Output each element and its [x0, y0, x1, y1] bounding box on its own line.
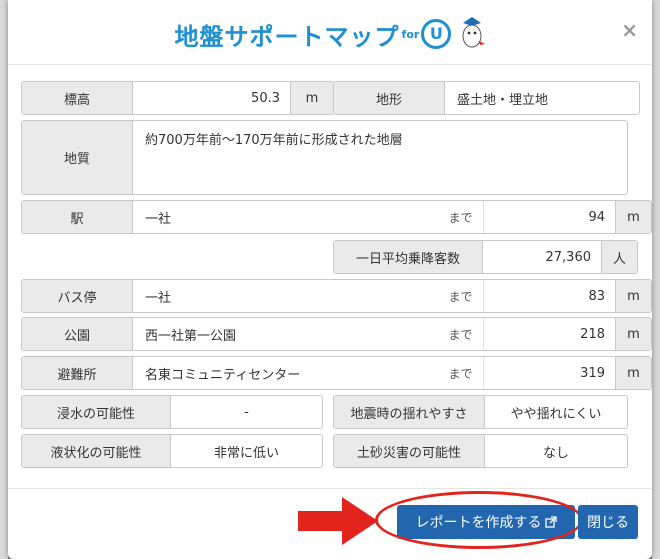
shelter-distance: 319 [483, 357, 615, 389]
geology-field: 地質 約700万年前～170万年前に形成された地層 [21, 120, 628, 195]
flood-row: 浸水の可能性 - [21, 395, 323, 429]
quake-field: 地震時の揺れやすさ やや揺れにくい [333, 395, 628, 429]
shelter-label: 避難所 [22, 357, 133, 389]
park-distance: 218 [483, 318, 615, 350]
landform-row: 地形 盛土地・埋立地 [333, 81, 640, 115]
station-unit: m [615, 201, 651, 233]
quake-label: 地震時の揺れやすさ [334, 396, 485, 428]
liquefaction-value: 非常に低い [171, 435, 322, 467]
flood-value: - [171, 396, 322, 428]
park-row: 公園 西一社第一公園 まで 218 m [21, 317, 652, 351]
brand-for: for [401, 27, 420, 41]
park-unit: m [615, 318, 651, 350]
bus-made: まで [438, 280, 483, 312]
geology-label: 地質 [22, 121, 133, 194]
passengers-unit: 人 [601, 241, 637, 273]
flood-label: 浸水の可能性 [22, 396, 171, 428]
bus-distance: 83 [483, 280, 615, 312]
passengers-row: 一日平均乗降客数 27,360 人 [333, 240, 638, 274]
brand-u-mark: U [421, 19, 452, 49]
brand-logo: 地盤サポートマップ for U [8, 14, 652, 54]
red-arrow-icon [298, 497, 378, 545]
shelter-row: 避難所 名東コミュニティセンター まで 319 m [21, 356, 652, 390]
landslide-field: 土砂災害の可能性 なし [333, 434, 628, 468]
station-name: 一社 [133, 201, 438, 233]
shelter-field: 避難所 名東コミュニティセンター まで 319 m [21, 356, 652, 390]
geology-value: 約700万年前～170万年前に形成された地層 [133, 121, 627, 194]
close-button[interactable]: 閉じる [578, 505, 638, 539]
liquefaction-row: 液状化の可能性 非常に低い [21, 434, 323, 468]
shelter-unit: m [615, 357, 651, 389]
station-label: 駅 [22, 201, 133, 233]
bus-unit: m [615, 280, 651, 312]
mascot-icon [459, 14, 486, 54]
liquefaction-label: 液状化の可能性 [22, 435, 171, 467]
landslide-row: 土砂災害の可能性 なし [333, 434, 628, 468]
landform-field: 地形 盛土地・埋立地 [333, 81, 640, 115]
station-made: まで [438, 201, 483, 233]
landform-label: 地形 [334, 82, 445, 114]
elevation-unit: m [290, 82, 333, 114]
landslide-label: 土砂災害の可能性 [334, 435, 485, 467]
park-field: 公園 西一社第一公園 まで 218 m [21, 317, 652, 351]
station-distance: 94 [483, 201, 615, 233]
bus-row: バス停 一社 まで 83 m [21, 279, 652, 313]
elevation-value: 50.3 [133, 82, 290, 114]
ground-support-map-dialog: 地盤サポートマップ for U × 標高 50.3 m 地形 盛土地・埋立地 地… [8, 0, 652, 559]
station-row: 駅 一社 まで 94 m [21, 200, 652, 234]
close-icon[interactable]: × [621, 18, 638, 42]
elevation-row: 標高 50.3 m [21, 81, 334, 115]
passengers-value: 27,360 [483, 241, 601, 273]
elevation-label: 標高 [22, 82, 133, 114]
passengers-label: 一日平均乗降客数 [334, 241, 483, 273]
footer-divider [8, 488, 652, 489]
quake-row: 地震時の揺れやすさ やや揺れにくい [333, 395, 628, 429]
map-edge-right [652, 0, 660, 559]
park-made: まで [438, 318, 483, 350]
highlight-oval [375, 491, 583, 549]
landform-value: 盛土地・埋立地 [445, 82, 639, 114]
station-field: 駅 一社 まで 94 m [21, 200, 652, 234]
passengers-field: 一日平均乗降客数 27,360 人 [333, 240, 638, 274]
park-label: 公園 [22, 318, 133, 350]
elevation-field: 標高 50.3 m [21, 81, 334, 115]
bus-name: 一社 [133, 280, 438, 312]
landslide-value: なし [485, 435, 627, 467]
dialog-header: 地盤サポートマップ for U × [8, 0, 652, 65]
quake-value: やや揺れにくい [485, 396, 627, 428]
map-edge-left [0, 0, 8, 559]
bus-label: バス停 [22, 280, 133, 312]
brand-title: 地盤サポートマップ [174, 22, 400, 51]
shelter-made: まで [438, 357, 483, 389]
shelter-name: 名東コミュニティセンター [133, 357, 438, 389]
liquefaction-field: 液状化の可能性 非常に低い [21, 434, 323, 468]
geology-row: 地質 約700万年前～170万年前に形成された地層 [21, 120, 628, 195]
bus-field: バス停 一社 まで 83 m [21, 279, 652, 313]
park-name: 西一社第一公園 [133, 318, 438, 350]
flood-field: 浸水の可能性 - [21, 395, 323, 429]
